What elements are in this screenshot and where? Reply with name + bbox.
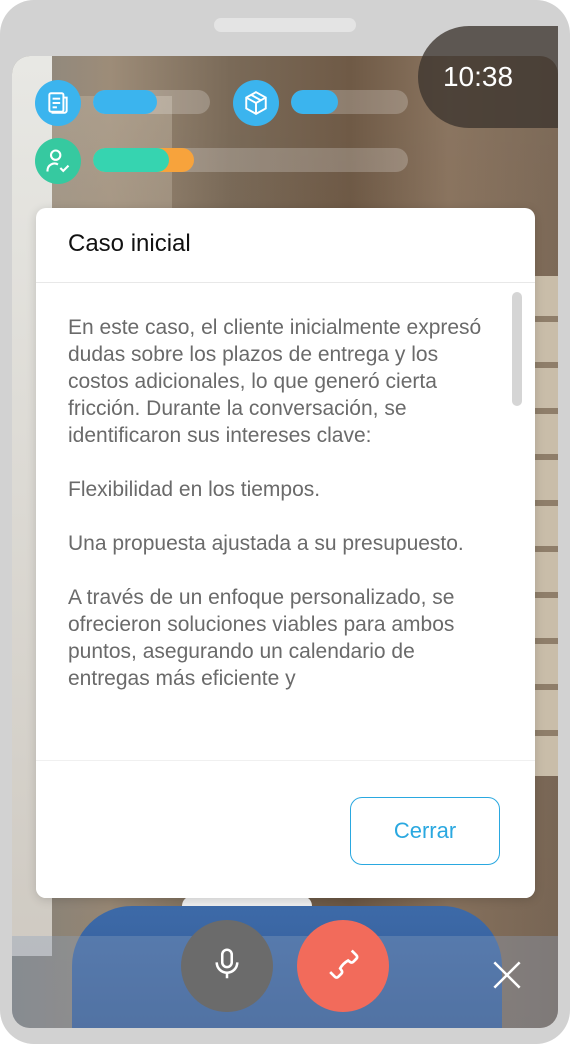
case-modal: Caso inicial En este caso, el cliente in… [36, 208, 535, 898]
document-progress-bar [93, 90, 210, 114]
paragraph: En este caso, el cliente inicialmente ex… [68, 316, 482, 447]
document-progress-fill [93, 90, 158, 114]
modal-divider [36, 282, 535, 283]
box-progress-fill [291, 90, 338, 114]
modal-scrollbar[interactable] [512, 292, 522, 406]
document-icon[interactable] [35, 80, 81, 126]
modal-body[interactable]: En este caso, el cliente inicialmente ex… [68, 314, 498, 760]
box-progress-bar [291, 90, 408, 114]
modal-title: Caso inicial [68, 230, 191, 257]
user-progress-primary-fill [93, 148, 169, 172]
close-modal-button[interactable]: Cerrar [350, 797, 500, 865]
phone-frame: 10:38 Caso inicial En este caso, el clie… [0, 0, 570, 1044]
microphone-button[interactable] [181, 920, 273, 1012]
call-timer: 10:38 [418, 26, 558, 128]
user-progress-bar [93, 148, 408, 172]
paragraph: A través de un enfoque personalizado, se… [68, 586, 455, 690]
paragraph: Una propuesta ajustada a su presupuesto. [68, 532, 464, 555]
call-controls-bar [12, 936, 558, 1028]
close-icon[interactable] [484, 952, 530, 998]
hang-up-button[interactable] [297, 920, 389, 1012]
timer-text: 10:38 [442, 61, 514, 92]
speaker-grille [214, 18, 356, 32]
box-icon[interactable] [233, 80, 279, 126]
user-check-icon[interactable] [35, 138, 81, 184]
hang-up-icon [324, 945, 362, 988]
paragraph: Flexibilidad en los tiempos. [68, 478, 321, 501]
microphone-icon [208, 945, 246, 988]
